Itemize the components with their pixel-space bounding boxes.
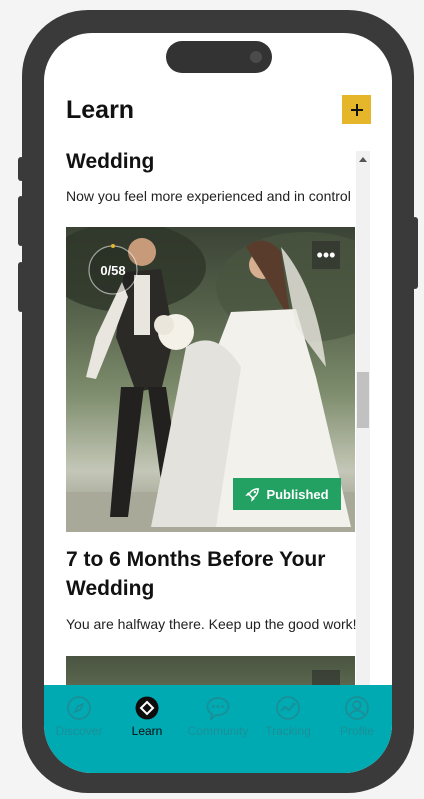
rocket-icon <box>245 487 260 502</box>
power-button <box>412 217 418 289</box>
compass-icon <box>67 696 91 720</box>
card-title: 7 to 6 Months Before Your Wedding <box>66 548 326 600</box>
more-options-button[interactable] <box>312 670 340 685</box>
lessons-list[interactable]: Wedding Now you feel more experienced an… <box>44 143 392 685</box>
more-options-button[interactable]: ••• <box>312 241 340 269</box>
add-button[interactable] <box>342 95 371 124</box>
dynamic-island <box>166 41 272 73</box>
nav-label: Tracking <box>265 724 311 738</box>
page-title: Learn <box>66 96 135 124</box>
badge-label: Published <box>266 486 329 502</box>
nav-label: Community <box>187 724 249 738</box>
nav-label: Profile <box>339 724 374 738</box>
nav-profile[interactable]: Profile <box>322 695 392 738</box>
nav-tracking[interactable]: Tracking <box>253 695 323 738</box>
app-screen: Learn Wedding Now you feel more experien… <box>44 33 392 773</box>
learn-icon <box>135 696 159 720</box>
published-badge: Published <box>233 478 341 510</box>
nav-community[interactable]: Community <box>183 695 253 738</box>
user-icon <box>345 696 369 720</box>
bottom-navigation: Discover Learn Community Tracking Profil… <box>44 685 392 773</box>
nav-label: Learn <box>131 724 163 738</box>
card-image[interactable] <box>66 656 355 685</box>
volume-down-button <box>18 262 24 312</box>
camera-icon <box>250 51 262 63</box>
progress-count: 0/58 <box>100 262 126 278</box>
card-image[interactable]: 0/58 ••• Published <box>66 227 355 532</box>
volume-up-button <box>18 196 24 246</box>
chat-bubble-icon <box>206 697 230 721</box>
scrollbar-thumb[interactable] <box>357 372 369 428</box>
plus-icon <box>350 103 363 116</box>
nav-learn[interactable]: Learn <box>112 695 182 738</box>
action-button <box>18 157 24 181</box>
scrollbar[interactable] <box>356 151 370 685</box>
card-title: Wedding <box>66 150 155 173</box>
nav-discover[interactable]: Discover <box>44 695 114 738</box>
card-subtitle: Now you feel more experienced and in con… <box>66 188 351 204</box>
nav-label: Discover <box>55 724 103 738</box>
scroll-up-arrow-icon[interactable] <box>359 157 367 162</box>
tracking-icon <box>276 696 300 720</box>
card-subtitle: You are halfway there. Keep up the good … <box>66 616 357 632</box>
